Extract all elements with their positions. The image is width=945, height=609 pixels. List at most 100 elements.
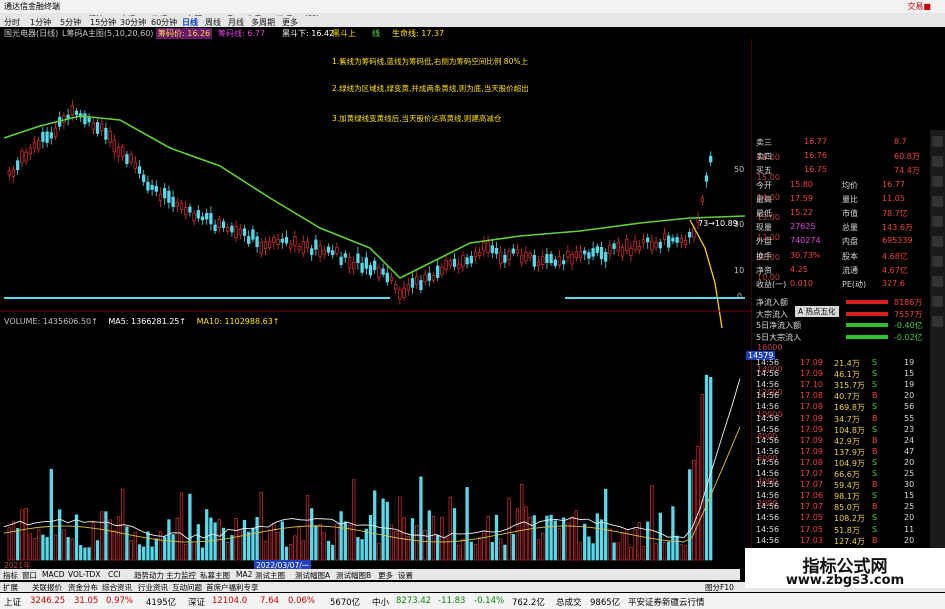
period-tab-day[interactable]: 日线 [182, 17, 198, 28]
volume-bar [389, 524, 394, 561]
tick-price: 17.07 [800, 502, 823, 512]
tick-time: 14:56 [756, 358, 780, 367]
tick-side: S [872, 424, 878, 434]
period-tab-15min[interactable]: 15分钟 [90, 17, 116, 28]
volume-bar [125, 526, 129, 561]
f10-label[interactable]: 图分F10 [705, 582, 734, 593]
volume-bar [364, 528, 368, 561]
volume-bar [377, 542, 381, 561]
toolbar-icon[interactable] [932, 156, 943, 167]
tick-side: S [872, 369, 878, 379]
volume-bar [419, 476, 423, 561]
info-tab[interactable]: 资金分布 [68, 582, 98, 593]
candle [423, 274, 427, 283]
indicator-tab[interactable]: 设置 [398, 570, 413, 581]
indicator-tab[interactable]: CCI [108, 570, 121, 579]
candle [562, 260, 566, 265]
info-tab[interactable]: 扩展 [3, 582, 18, 593]
indicator-tab[interactable]: MACD [42, 570, 64, 579]
toolbar-icon[interactable] [932, 276, 943, 287]
tick-side: B [872, 480, 878, 490]
toolbar-icon[interactable] [932, 316, 943, 327]
volume-bar [154, 538, 158, 561]
volume-bar [238, 529, 242, 561]
period-tab-week[interactable]: 周线 [205, 17, 221, 28]
volume-bar [28, 533, 32, 561]
toolbar-icon[interactable] [932, 176, 943, 187]
flow-label: 大宗流入 [756, 309, 788, 319]
indicator-tab[interactable]: 指标 [3, 570, 18, 581]
volume-bar [541, 533, 545, 561]
indicator-tab[interactable]: VOL-TDX [68, 570, 100, 579]
toolbar-icon[interactable] [932, 236, 943, 247]
info-tab[interactable]: 互动问题 [172, 582, 202, 593]
indicator-tab[interactable]: 测试幅图B [336, 570, 371, 581]
info-tab[interactable]: 首席户福利专享 [206, 582, 259, 593]
tick-count: 55 [904, 413, 915, 423]
period-tab-30min[interactable]: 30分钟 [120, 17, 146, 28]
quote-row: 换手 30.73% 股本 4.68亿 [754, 251, 926, 261]
toolbar-icon[interactable] [932, 256, 943, 267]
period-tab-60min[interactable]: 60分钟 [151, 17, 177, 28]
tick-side: B [872, 535, 878, 545]
toolbar-icon[interactable] [932, 136, 943, 147]
info-tab[interactable]: 行业资讯 [138, 582, 168, 593]
candle [268, 241, 272, 248]
candle [507, 250, 511, 261]
toolbar-icon[interactable] [932, 196, 943, 207]
zx-amount: 762.2亿 [512, 598, 545, 608]
tick-price: 17.09 [800, 435, 823, 445]
quote-row: 最低 15.22 市值 78.7亿 [754, 208, 926, 218]
volume-bar [314, 525, 318, 561]
period-tab-1min[interactable]: 1分钟 [30, 17, 51, 28]
period-tab-more[interactable]: 更多 [282, 17, 298, 28]
info-tab[interactable]: 综合资讯 [102, 582, 132, 593]
quote-row: 现量 27625 总量 143.6万 [754, 222, 926, 232]
tick-row: 14:56 17.08 104.9万 S 20 [754, 458, 926, 469]
tick-time: 14:56 [756, 380, 780, 390]
toolbar-icon[interactable] [932, 296, 943, 307]
tick-time: 14:56 [756, 513, 780, 523]
candle [461, 255, 465, 267]
candle [331, 250, 335, 255]
period-tab-fenshi[interactable]: 分时 [4, 17, 20, 28]
hotspot-button[interactable]: A 热点五化 [795, 306, 839, 317]
period-tab-month[interactable]: 月线 [228, 17, 244, 28]
tick-price: 17.09 [800, 413, 823, 423]
quote-value: 16.77 [882, 179, 905, 189]
candle [427, 272, 431, 281]
quote-label: 买五 [756, 166, 772, 176]
volume-bar [549, 514, 553, 561]
volume-bar [108, 519, 112, 561]
volume-bar [280, 521, 284, 561]
candle [289, 243, 293, 249]
flow-value: -0.02亿 [894, 332, 923, 342]
volume-bar [578, 542, 583, 561]
candle [398, 289, 402, 300]
indicator-tab[interactable]: 主力监控 [166, 570, 196, 581]
candle [356, 253, 360, 264]
tick-price: 17.08 [800, 402, 823, 412]
period-tab-5min[interactable]: 5分钟 [60, 17, 81, 28]
indicator-tab[interactable]: 测试幅图A [295, 570, 330, 581]
candle [650, 240, 654, 250]
indicator-tab[interactable]: 更多 [378, 570, 393, 581]
volume-bar [301, 540, 305, 561]
candle [557, 256, 562, 266]
volume-bar [137, 544, 142, 561]
indicator-tab[interactable]: 窗口 [22, 570, 37, 581]
candle [53, 127, 58, 138]
volume-bar [247, 531, 251, 561]
candle [83, 113, 87, 125]
indicator-tab[interactable]: 私募主图 [200, 570, 230, 581]
indicator-tab[interactable]: 测试主图 [255, 570, 285, 581]
indicator-tab[interactable]: 趋势动力 [134, 570, 164, 581]
indicator-tab[interactable]: MA2 [236, 570, 252, 579]
period-tab-multi[interactable]: 多周期 [251, 17, 275, 28]
candle [179, 202, 184, 210]
info-tab[interactable]: 关联报价 [32, 582, 62, 593]
toolbar-icon[interactable] [932, 216, 943, 227]
trade-button[interactable]: 交易■ [907, 1, 931, 12]
candle [704, 175, 709, 182]
volume-bar [360, 539, 364, 561]
